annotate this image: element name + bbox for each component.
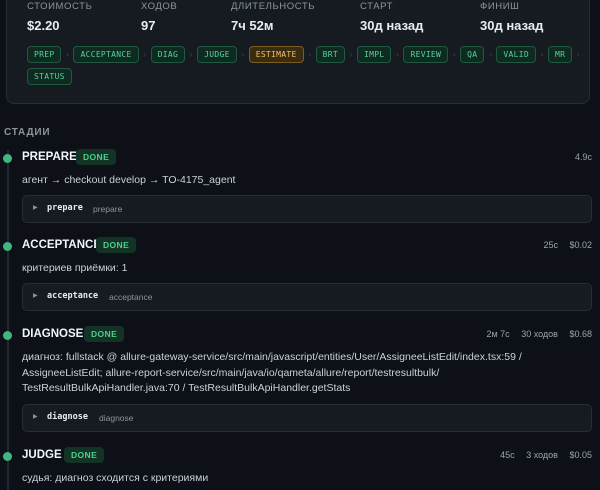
chevron-right-icon: › <box>396 49 399 59</box>
stat-start: СТАРТ 30д назад <box>360 1 423 33</box>
status-dot-icon <box>3 154 12 163</box>
step-name: acceptance <box>47 291 99 301</box>
step-chip-valid[interactable]: VALID <box>496 45 536 63</box>
stage-cost: $0.02 <box>569 240 592 250</box>
stage-name: DIAGNOSE <box>22 328 84 340</box>
stage-duration: 25с <box>543 240 558 250</box>
step-tag: diagnose <box>99 413 134 423</box>
chevron-right-icon: › <box>189 49 193 59</box>
stage-cost: $0.05 <box>569 450 592 460</box>
stat-turns: ХОДОВ 97 <box>141 1 177 33</box>
stage-description: диагноз: fullstack @ allure-gateway-serv… <box>22 351 522 394</box>
status-badge: DONE <box>76 149 117 165</box>
status-dot-icon <box>3 242 12 251</box>
chevron-right-icon: › <box>452 49 456 59</box>
step-chip-estimate[interactable]: ESTIMATE <box>248 45 304 63</box>
step-chip-prep[interactable]: PREP <box>27 45 62 63</box>
status-dot-icon <box>3 331 12 340</box>
stage-name: ACCEPTANCE <box>22 239 102 251</box>
triangle-right-icon: ▶ <box>33 205 38 211</box>
stat-duration: ДЛИТЕЛЬНОСТЬ 7ч 52м <box>231 1 315 33</box>
pipeline-row: PREP › ACCEPTANCE › DIAG › JUDGE › ESTIM… <box>27 45 587 63</box>
stage-meta: 2м 7с 30 ходов $0.68 <box>477 329 592 339</box>
stage-cost: $0.68 <box>569 329 592 339</box>
step-chip-brt[interactable]: BRT <box>315 45 345 63</box>
status-dot-icon <box>3 452 12 461</box>
chevron-right-icon: › <box>241 49 245 59</box>
stage-name: JUDGE <box>22 449 62 461</box>
stages-section-title: СТАДИИ <box>4 127 51 138</box>
step-chip-qa[interactable]: QA <box>460 45 485 63</box>
status-badge: DONE <box>96 237 137 253</box>
stat-label: ДЛИТЕЛЬНОСТЬ <box>231 1 316 12</box>
step-chip-impl[interactable]: IMPL <box>357 45 392 63</box>
stat-label: СТОИМОСТЬ <box>27 1 93 12</box>
stat-value: $2.20 <box>27 18 60 33</box>
chevron-right-icon: › <box>540 49 544 59</box>
stage-duration: 45с <box>500 450 515 460</box>
pipeline-steps: PREP › ACCEPTANCE › DIAG › JUDGE › ESTIM… <box>27 45 587 89</box>
chevron-right-icon: › <box>66 49 69 59</box>
stage-description: судья: диагноз сходится с критериями <box>22 472 209 484</box>
pipeline-row: STATUS <box>27 67 587 85</box>
stage-turns: 30 ходов <box>521 329 558 339</box>
step-log-row[interactable]: ▶ diagnose diagnose <box>22 404 592 432</box>
stage-turns: 3 ходов <box>526 450 558 460</box>
chevron-right-icon: › <box>308 49 311 59</box>
stage-meta: 25с $0.02 <box>534 240 592 250</box>
step-tag: prepare <box>93 204 123 214</box>
stage-name: PREPARE <box>22 151 77 163</box>
stat-cost: СТОИМОСТЬ $2.20 <box>27 1 92 33</box>
step-chip-review[interactable]: REVIEW <box>403 45 449 63</box>
timeline-line <box>7 150 9 490</box>
triangle-right-icon: ▶ <box>33 293 38 299</box>
step-name: diagnose <box>47 412 88 422</box>
chevron-right-icon: › <box>489 49 492 59</box>
stage-duration: 4.9с <box>574 152 592 162</box>
step-chip-mr[interactable]: MR <box>548 45 573 63</box>
status-badge: DONE <box>84 326 125 342</box>
step-chip-judge[interactable]: JUDGE <box>197 45 237 63</box>
stat-value: 30д назад <box>480 18 544 33</box>
stage-meta: 45с 3 ходов $0.05 <box>491 450 592 460</box>
stat-finish: ФИНИШ 30д назад <box>480 1 543 33</box>
step-chip-diag[interactable]: DIAG <box>150 45 186 63</box>
stat-label: ХОДОВ <box>141 1 178 12</box>
status-badge: DONE <box>64 447 105 463</box>
chevron-right-icon: › <box>576 49 580 59</box>
stat-value: 97 <box>141 18 156 33</box>
stat-value: 7ч 52м <box>231 18 274 33</box>
step-name: prepare <box>47 203 83 213</box>
stats-row: СТОИМОСТЬ $2.20 ХОДОВ 97 ДЛИТЕЛЬНОСТЬ 7ч… <box>27 1 587 41</box>
step-log-row[interactable]: ▶ acceptance acceptance <box>22 283 592 311</box>
stat-label: СТАРТ <box>360 1 394 12</box>
stage-meta: 4.9с <box>566 152 592 162</box>
step-log-row[interactable]: ▶ prepare prepare <box>22 195 592 223</box>
run-summary-card: СТОИМОСТЬ $2.20 ХОДОВ 97 ДЛИТЕЛЬНОСТЬ 7ч… <box>6 0 590 104</box>
stat-value: 30д назад <box>360 18 424 33</box>
stage-duration: 2м 7с <box>486 329 510 339</box>
stat-label: ФИНИШ <box>480 1 520 12</box>
step-tag: acceptance <box>109 292 153 302</box>
step-chip-acceptance[interactable]: ACCEPTANCE <box>73 45 139 63</box>
chevron-right-icon: › <box>349 49 353 59</box>
chevron-right-icon: › <box>143 49 146 59</box>
triangle-right-icon: ▶ <box>33 414 38 420</box>
stage-description: критериев приёмки: 1 <box>22 262 128 274</box>
stage-description: агент → checkout develop → TO-4175_agent <box>22 174 236 186</box>
step-chip-status[interactable]: STATUS <box>27 67 72 85</box>
